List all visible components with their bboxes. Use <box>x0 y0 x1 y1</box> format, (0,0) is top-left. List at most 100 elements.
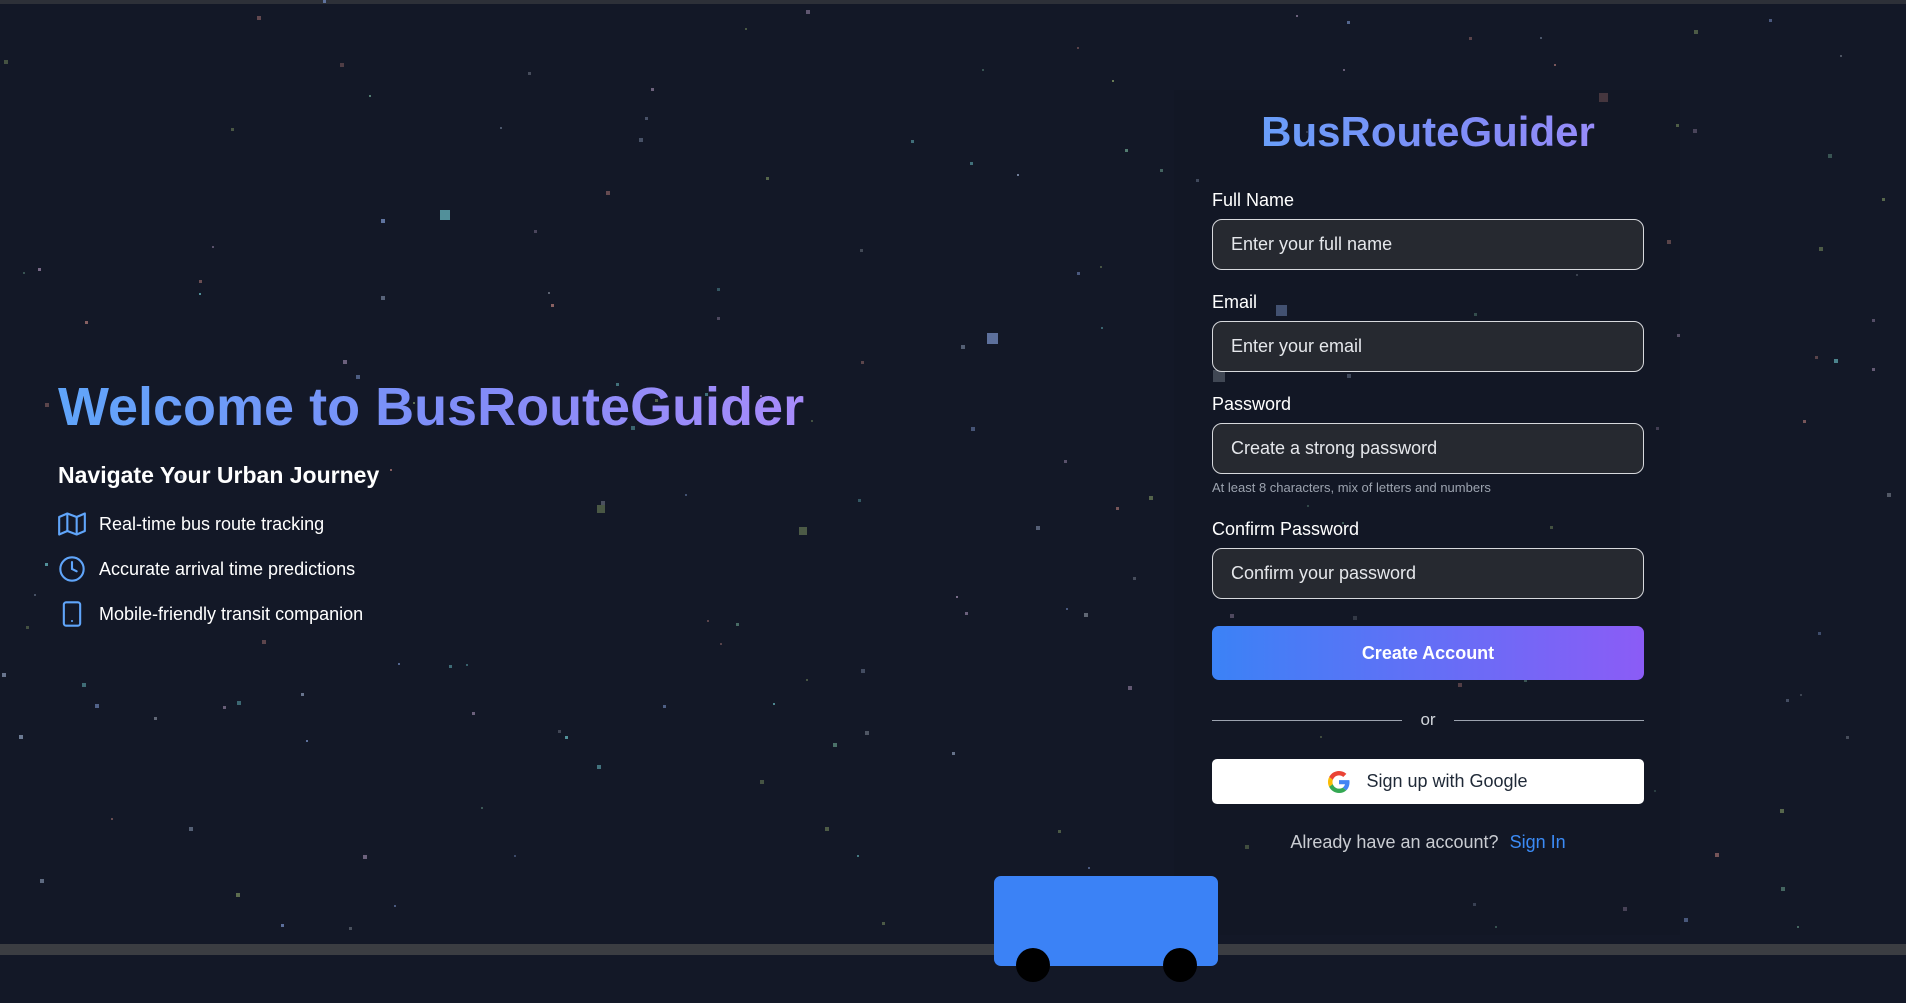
star-particle <box>806 10 810 14</box>
star-particle <box>745 28 747 30</box>
star-particle <box>38 268 41 271</box>
star-particle <box>40 879 44 883</box>
star-particle <box>961 345 965 349</box>
star-particle <box>1800 694 1802 696</box>
star-particle <box>565 736 568 739</box>
star-particle <box>189 827 193 831</box>
star-particle <box>1872 319 1875 322</box>
star-particle <box>861 361 864 364</box>
star-particle <box>1786 699 1789 702</box>
full-name-input[interactable] <box>1212 219 1644 270</box>
star-particle <box>343 360 347 364</box>
star-particle <box>860 249 863 252</box>
star-particle <box>1694 30 1698 34</box>
star-particle <box>1815 356 1818 359</box>
password-label: Password <box>1212 394 1292 414</box>
road <box>0 944 1906 955</box>
star-particle <box>1769 19 1772 22</box>
star-particle <box>472 712 475 715</box>
star-particle <box>398 663 400 665</box>
star-particle <box>1347 21 1350 24</box>
star-particle <box>1101 327 1103 329</box>
star-particle <box>1780 809 1784 813</box>
hero-title: Welcome to BusRouteGuider <box>58 372 804 442</box>
star-particle <box>806 679 808 681</box>
star-particle <box>987 333 998 344</box>
star-particle <box>952 752 955 755</box>
star-particle <box>766 177 769 180</box>
star-particle <box>1017 174 1019 176</box>
star-particle <box>528 72 531 75</box>
password-hint: At least 8 characters, mix of letters an… <box>1212 480 1491 495</box>
confirm-password-input[interactable] <box>1212 548 1644 599</box>
star-particle <box>1088 867 1090 869</box>
star-particle <box>865 731 869 735</box>
star-particle <box>558 730 561 733</box>
star-particle <box>1684 918 1688 922</box>
feature-list: Real-time bus route tracking Accurate ar… <box>58 509 804 629</box>
create-account-button[interactable]: Create Account <box>1212 626 1644 680</box>
star-particle <box>1882 198 1885 201</box>
star-particle <box>1077 272 1080 275</box>
star-particle <box>1160 169 1163 172</box>
star-particle <box>1887 493 1891 497</box>
star-particle <box>551 304 554 307</box>
star-particle <box>1112 80 1114 82</box>
star-particle <box>1803 420 1806 423</box>
star-particle <box>481 807 483 809</box>
star-particle <box>1058 830 1061 833</box>
star-particle <box>1819 247 1823 251</box>
star-particle <box>1781 887 1785 891</box>
star-particle <box>349 927 352 930</box>
star-particle <box>965 612 968 615</box>
star-particle <box>1036 526 1040 530</box>
star-particle <box>2 673 6 677</box>
star-particle <box>717 288 720 291</box>
star-particle <box>45 563 48 566</box>
email-input[interactable] <box>1212 321 1644 372</box>
confirm-password-label: Confirm Password <box>1212 519 1360 539</box>
star-particle <box>1818 632 1821 635</box>
star-particle <box>237 701 241 705</box>
star-particle <box>1125 149 1128 152</box>
star-particle <box>82 683 86 687</box>
star-particle <box>1846 736 1849 739</box>
star-particle <box>23 272 25 274</box>
feature-text: Accurate arrival time predictions <box>99 558 356 579</box>
star-particle <box>223 706 226 709</box>
star-particle <box>95 704 99 708</box>
signin-row: Already have an account? Sign In <box>1212 832 1644 853</box>
star-particle <box>717 317 720 320</box>
star-particle <box>548 292 550 294</box>
clock-icon <box>58 555 86 583</box>
feature-item-arrival: Accurate arrival time predictions <box>58 554 804 584</box>
hero-subtitle: Navigate Your Urban Journey <box>58 462 380 488</box>
signin-prompt: Already have an account? <box>1290 832 1499 852</box>
password-input[interactable] <box>1212 423 1644 474</box>
star-particle <box>381 219 385 223</box>
star-particle <box>199 293 201 295</box>
signup-page: Welcome to BusRouteGuider Navigate Your … <box>0 0 1906 1003</box>
star-particle <box>971 427 975 431</box>
star-particle <box>449 665 452 668</box>
star-particle <box>500 127 502 129</box>
star-particle <box>1133 577 1136 580</box>
star-particle <box>1840 55 1842 57</box>
star-particle <box>645 117 648 120</box>
star-particle <box>4 60 8 64</box>
full-name-field-group: Full Name <box>1212 190 1644 270</box>
star-particle <box>340 63 344 67</box>
feature-text: Real-time bus route tracking <box>99 513 325 534</box>
star-particle <box>306 740 308 742</box>
star-particle <box>773 703 775 705</box>
star-particle <box>34 594 36 596</box>
star-particle <box>231 128 234 131</box>
star-particle <box>1149 496 1153 500</box>
google-signup-button[interactable]: Sign up with Google <box>1212 759 1644 804</box>
star-particle <box>956 596 958 598</box>
star-particle <box>381 296 385 300</box>
star-particle <box>1828 154 1832 158</box>
star-particle <box>154 717 157 720</box>
signin-link[interactable]: Sign In <box>1510 832 1566 852</box>
star-particle <box>651 88 654 91</box>
